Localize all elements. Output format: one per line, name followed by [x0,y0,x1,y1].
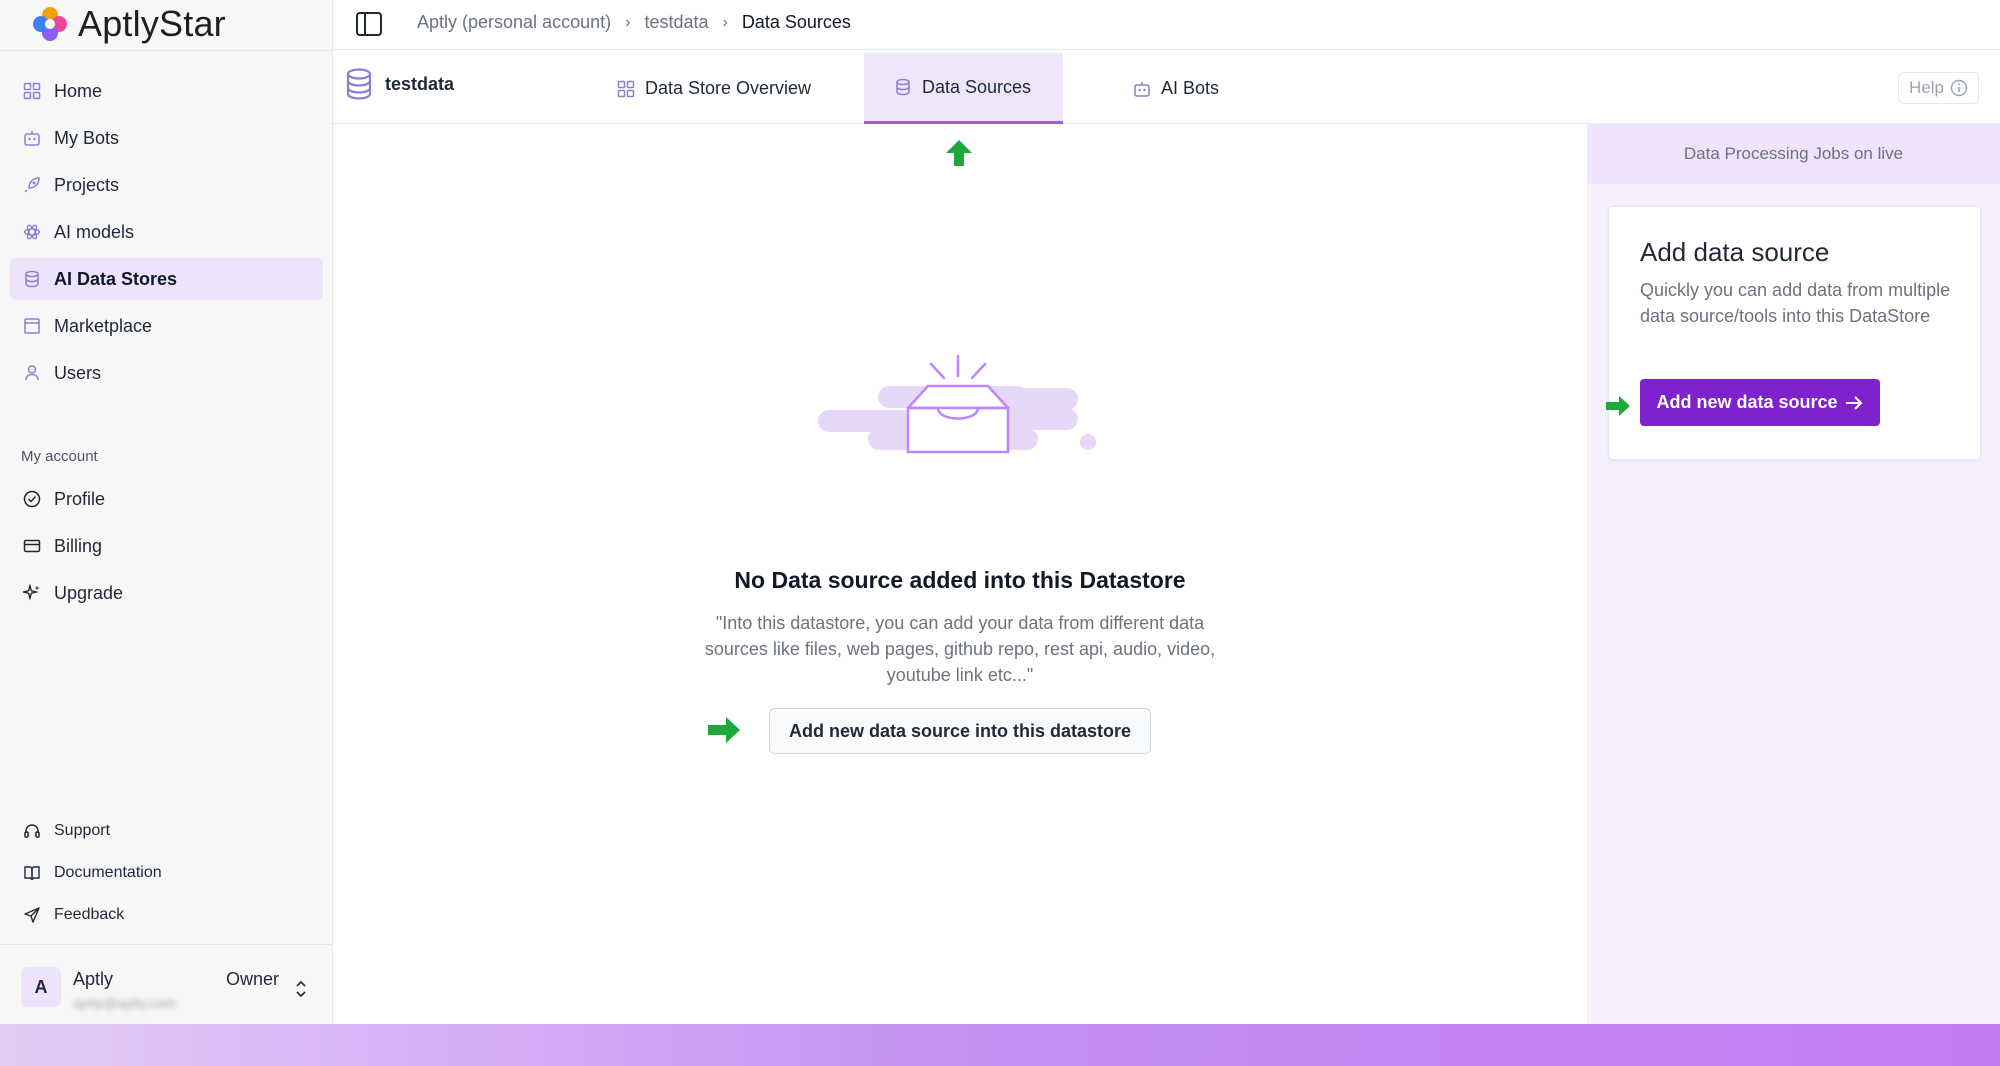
sidebar-item-label: Support [54,821,111,839]
divider [0,50,333,51]
sidebar-item-label: Home [54,80,103,101]
sidebar-item-documentation[interactable]: Documentation [10,854,323,891]
user-account-switcher[interactable]: A Aptly aptly@aptly.com Owner [0,944,333,1024]
sidebar-item-label: AI models [54,221,135,242]
sidebar-item-label: Profile [54,488,106,509]
empty-state-description: "Into this datastore, you can add your d… [704,613,1216,685]
annotation-arrow-up-icon [946,140,972,166]
arrow-right-icon [1845,395,1862,410]
tab-data-sources[interactable]: Data Sources [864,53,1063,124]
sidebar-item-label: Upgrade [54,582,124,603]
datastore-name: testdata [385,73,455,94]
breadcrumb: Aptly (personal account) › testdata › Da… [417,12,851,33]
bottom-gradient-bar [0,1024,2000,1066]
breadcrumb-item-account[interactable]: Aptly (personal account) [417,12,611,33]
top-bar: Aptly (personal account) › testdata › Da… [333,0,2000,50]
grid-icon [617,80,635,97]
store-icon [22,316,42,336]
credit-card-icon [22,536,42,556]
breadcrumb-item-datastore[interactable]: testdata [644,12,708,33]
sidebar-item-label: Billing [54,535,103,556]
footer-nav: Support Documentation Feedback [10,812,323,938]
chevron-up-down-icon [296,980,306,998]
app-name: AptlyStar [78,3,226,44]
tab-label: AI Bots [1161,78,1220,98]
logo-icon [33,7,67,41]
user-name: Aptly [73,969,114,989]
add-data-source-inline-button[interactable]: Add new data source into this datastore [769,708,1151,754]
info-icon [1950,79,1968,97]
sidebar-item-users[interactable]: Users [10,352,323,394]
send-icon [22,905,42,925]
card-title: Add data source [1640,237,1830,267]
tab-label: Data Store Overview [645,78,812,98]
sidebar: AptlyStar Home My Bots Projects AI model… [0,0,333,1024]
chevron-right-icon: › [722,13,728,31]
sidebar-toggle-icon[interactable] [355,10,383,38]
sparkles-icon [22,583,42,603]
rocket-icon [22,175,42,195]
sidebar-item-label: Feedback [54,905,125,923]
sidebar-item-support[interactable]: Support [10,812,323,849]
sidebar-item-ai-data-stores[interactable]: AI Data Stores [10,258,323,300]
datastore-tab-bar: testdata Data Store Overview Data Source… [333,50,2000,124]
annotation-arrow-right-icon [708,717,740,743]
main-nav: Home My Bots Projects AI models AI Data … [10,70,323,399]
annotation-arrow-right-icon [1606,396,1630,416]
tab-label: Data Sources [922,76,1032,97]
app-logo[interactable]: AptlyStar [30,2,226,46]
panel-header: Data Processing Jobs on live [1587,124,2000,184]
sidebar-item-upgrade[interactable]: Upgrade [10,572,323,614]
sidebar-item-label: AI Data Stores [54,268,178,289]
user-email: aptly@aptly.com [73,995,176,1011]
check-circle-icon [22,489,42,509]
bot-icon [22,128,42,148]
button-label: Add new data source [1656,392,1838,412]
card-description: Quickly you can add data from multiple d… [1640,280,1951,326]
bot-icon [1134,81,1150,97]
sidebar-item-billing[interactable]: Billing [10,525,323,567]
chevron-right-icon: › [625,13,631,31]
add-data-source-card: Add data source Quickly you can add data… [1608,206,1981,460]
sidebar-item-label: My Bots [54,127,120,148]
empty-inbox-illustration [818,354,1096,454]
book-icon [22,863,42,883]
sidebar-item-ai-models[interactable]: AI models [10,211,323,253]
tab-ai-bots[interactable]: AI Bots [1103,53,1249,124]
sidebar-item-label: Users [54,362,102,383]
sidebar-item-label: Marketplace [54,315,153,336]
user-role: Owner [226,969,280,989]
data-processing-panel: Data Processing Jobs on live Add data so… [1587,124,2000,1024]
sidebar-item-marketplace[interactable]: Marketplace [10,305,323,347]
user-icon [22,363,42,383]
datastore-header: testdata [345,68,454,100]
database-icon [22,269,42,289]
account-nav: Profile Billing Upgrade [10,478,323,619]
help-label: Help [1909,78,1944,97]
home-icon [22,81,42,101]
breadcrumb-item-current: Data Sources [741,12,851,32]
tab-data-store-overview[interactable]: Data Store Overview [587,53,841,124]
sidebar-item-feedback[interactable]: Feedback [10,896,323,933]
database-icon [346,68,372,100]
database-icon [896,78,910,96]
empty-state-title: No Data source added into this Datastore [734,567,1186,593]
help-button[interactable]: Help [1898,72,1979,104]
sidebar-item-label: Documentation [54,863,162,881]
sidebar-item-projects[interactable]: Projects [10,164,323,206]
section-label-my-account: My account [21,448,98,465]
sidebar-item-label: Projects [54,174,120,195]
sidebar-item-home[interactable]: Home [10,70,323,112]
headset-icon [22,821,42,841]
add-new-data-source-button[interactable]: Add new data source [1640,379,1880,426]
atom-icon [22,222,42,242]
sidebar-item-profile[interactable]: Profile [10,478,323,520]
main-content: No Data source added into this Datastore… [333,124,1587,1024]
avatar: A [21,967,61,1007]
sidebar-item-my-bots[interactable]: My Bots [10,117,323,159]
